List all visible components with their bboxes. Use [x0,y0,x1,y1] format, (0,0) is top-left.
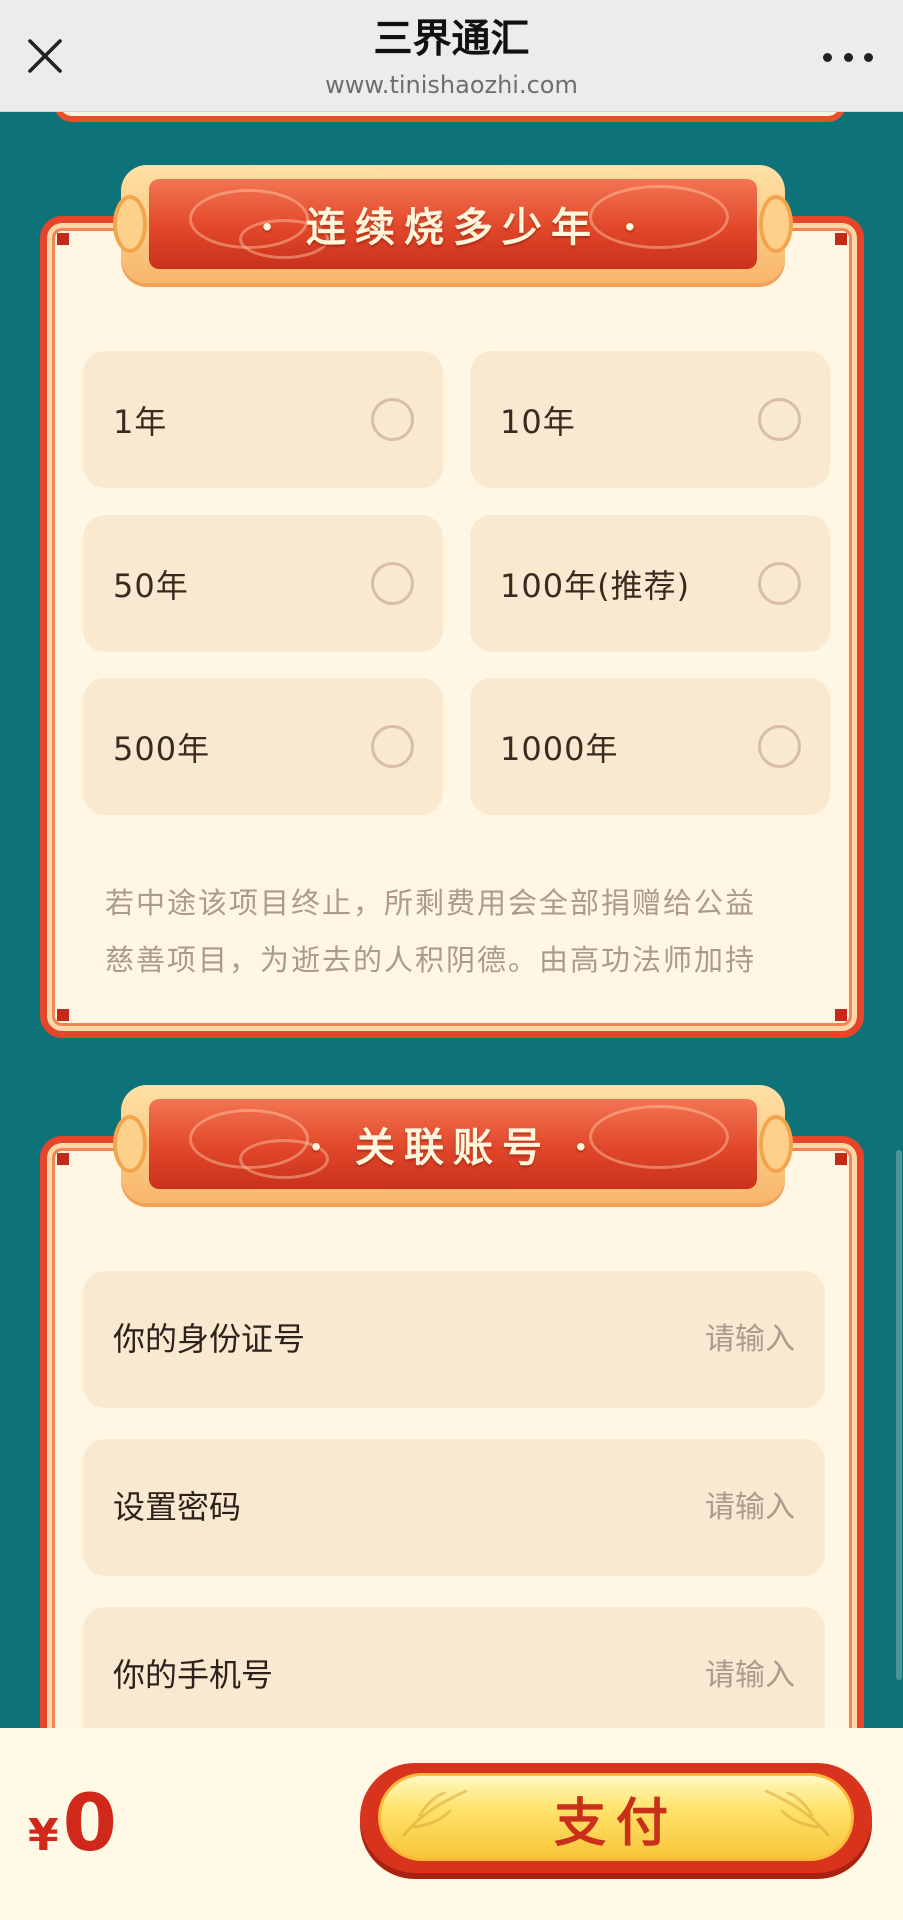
more-icon[interactable] [823,50,873,64]
field-label: 设置密码 [113,1488,242,1526]
option-50-year[interactable]: 50年 [83,515,443,652]
option-label: 10年 [500,402,576,441]
id-number-field[interactable]: 你的身份证号 [83,1271,825,1408]
account-header-banner: · 关联账号 · [113,1085,793,1203]
scrollbar[interactable] [896,1150,902,1680]
more-dot [823,52,832,62]
section-title: · 关联账号 · [309,1124,597,1171]
option-label: 50年 [113,566,189,605]
note-line: 慈善项目，为逝去的人积阴德。由高功法师加持 [105,943,757,977]
note-line: 若中途该项目终止，所剩费用会全部捐赠给公益 [105,886,757,920]
radio-icon[interactable] [371,398,414,441]
duration-note: 若中途该项目终止，所剩费用会全部捐赠给公益 慈善项目，为逝去的人积阴德。由高功法… [105,875,805,989]
corner-ornament [57,233,69,245]
option-label: 1000年 [500,729,619,768]
total-price: ¥ 0 [28,1782,117,1866]
password-field[interactable]: 设置密码 [83,1439,825,1576]
radio-icon[interactable] [371,562,414,605]
option-1-year[interactable]: 1年 [83,351,443,488]
phone-input[interactable] [535,1645,795,1705]
section-title: · 连续烧多少年 · [260,204,646,251]
phone-field[interactable]: 你的手机号 [83,1607,825,1744]
duration-header-banner: · 连续烧多少年 · [113,165,793,283]
radio-icon[interactable] [758,562,801,605]
corner-ornament [57,1153,69,1165]
pay-bar: ¥ 0 支付 [0,1728,903,1920]
field-label: 你的身份证号 [113,1320,306,1358]
page-url: www.tinishaozhi.com [325,71,578,99]
option-label: 100年(推荐) [500,566,691,605]
password-input[interactable] [535,1477,795,1537]
option-10-year[interactable]: 10年 [470,351,830,488]
option-label: 1年 [113,402,168,441]
radio-icon[interactable] [758,725,801,768]
more-dot [843,52,853,62]
option-label: 500年 [113,729,211,768]
id-number-input[interactable] [535,1309,795,1369]
pay-button-label: 支付 [553,1792,678,1854]
radio-icon[interactable] [371,725,414,768]
option-500-year[interactable]: 500年 [83,678,443,815]
corner-ornament [57,1009,69,1021]
option-100-year[interactable]: 100年(推荐) [470,515,830,652]
radio-icon[interactable] [758,398,801,441]
top-nav-bar: 三界通汇 www.tinishaozhi.com [0,0,903,112]
currency-symbol: ¥ [28,1810,59,1861]
price-amount: 0 [62,1779,117,1869]
option-1000-year[interactable]: 1000年 [470,678,830,815]
field-label: 你的手机号 [113,1656,274,1694]
corner-ornament [835,233,847,245]
corner-ornament [835,1153,847,1165]
title-block: 三界通汇 www.tinishaozhi.com [0,16,903,102]
pay-button[interactable]: 支付 [360,1763,872,1873]
corner-ornament [835,1009,847,1021]
more-dot [864,52,873,62]
duration-card: 1年 10年 50年 100年(推荐) 500年 1000年 若中途该项目终止，… [40,216,864,1038]
page-title: 三界通汇 [373,17,530,62]
